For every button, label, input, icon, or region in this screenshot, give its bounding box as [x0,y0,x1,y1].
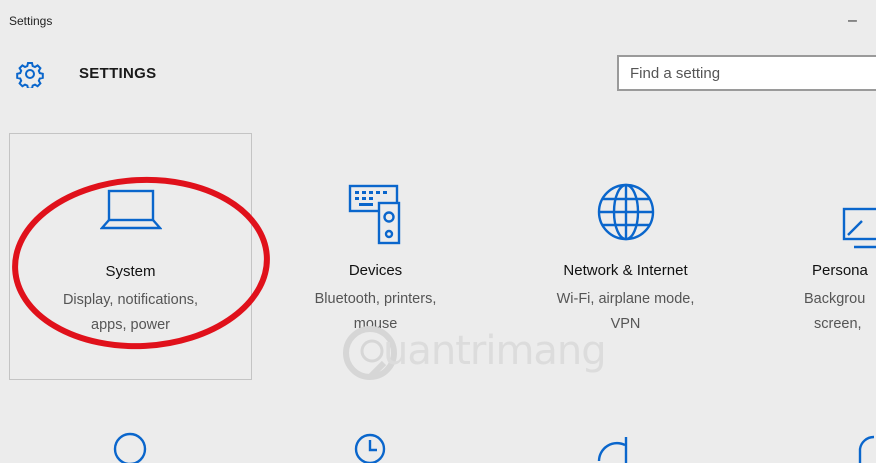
search-input[interactable] [617,55,876,91]
tile-description: Wi-Fi, airplane mode, VPN [504,287,747,337]
tile-description-line: Bluetooth, printers, [314,291,437,307]
devices-icon [348,184,400,245]
globe-icon [597,183,654,241]
tile-label: Devices [348,262,403,279]
tile-description-line: screen, [814,316,862,332]
tile-devices[interactable]: Devices Bluetooth, printers, mouse [254,133,497,380]
tile-label: Network & Internet [563,262,688,279]
tile-label: System [105,263,156,280]
personalization-icon [842,207,876,249]
tile-description-line: mouse [353,316,398,332]
tile-description-line: Display, notifications, [62,292,199,308]
tile-description-line: Wi-Fi, airplane mode, [556,291,695,307]
tile-network[interactable]: Network & Internet Wi-Fi, airplane mode,… [504,133,747,380]
tile-description-line: Backgrou [804,291,866,307]
tile-description-line: apps, power [91,317,170,333]
account-icon [113,432,147,463]
window-title: Settings [9,14,53,28]
tile-description-line: VPN [610,316,641,332]
tile-description: Display, notifications, apps, power [10,288,251,338]
page-title: SETTINGS [79,65,157,82]
tile-system[interactable]: System Display, notifications, apps, pow… [9,133,252,380]
title-bar: Settings – [0,0,876,44]
laptop-icon [99,189,162,230]
privacy-icon [858,435,875,463]
ease-of-access-icon [597,437,628,463]
tile-description: Backgrou screen, [804,287,876,337]
minimize-button[interactable]: – [848,13,857,29]
tile-personalization[interactable]: Persona Backgrou screen, [786,133,876,380]
tile-description: Bluetooth, printers, mouse [254,287,497,337]
tile-label: Persona [812,262,868,279]
gear-icon [16,62,44,88]
clock-icon [354,433,386,463]
